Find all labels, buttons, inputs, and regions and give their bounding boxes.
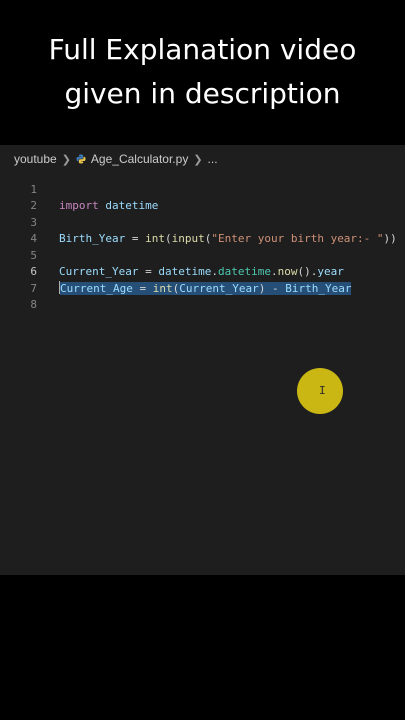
video-caption: Full Explanation video given in descript…	[0, 28, 405, 116]
code-area[interactable]: 1 import datetime 2 3 Birth_Year = int(i…	[0, 165, 405, 312]
chevron-right-icon: ❯	[61, 153, 71, 166]
ibeam-cursor-icon: I	[319, 384, 326, 397]
code-line-7[interactable]: 7	[0, 264, 405, 295]
code-line-6[interactable]: 6 Current_Age = int(Current_Year) - Birt…	[0, 248, 405, 295]
code-line-2[interactable]: 2	[0, 182, 405, 212]
code-line-3[interactable]: 3 Birth_Year = int(input("Enter your bir…	[0, 198, 405, 246]
caption-line-1: Full Explanation video	[48, 33, 357, 66]
code-line-5[interactable]: 5 Current_Year = datetime.datetime.now()…	[0, 231, 405, 279]
breadcrumb-folder[interactable]: youtube	[14, 152, 57, 166]
code-editor[interactable]: youtube ❯ Age_Calculator.py ❯ ... 1 impo…	[0, 145, 405, 575]
line-number: 8	[30, 298, 37, 311]
code-line-4[interactable]: 4	[0, 215, 405, 245]
code-line-8[interactable]: 8	[0, 281, 405, 311]
caption-line-2: given in description	[64, 77, 341, 110]
code-line-1[interactable]: 1 import datetime	[0, 165, 405, 213]
breadcrumb-more[interactable]: ...	[208, 152, 218, 166]
python-file-icon	[76, 154, 86, 164]
chevron-right-icon: ❯	[193, 153, 203, 166]
breadcrumb-file[interactable]: Age_Calculator.py	[91, 152, 188, 166]
